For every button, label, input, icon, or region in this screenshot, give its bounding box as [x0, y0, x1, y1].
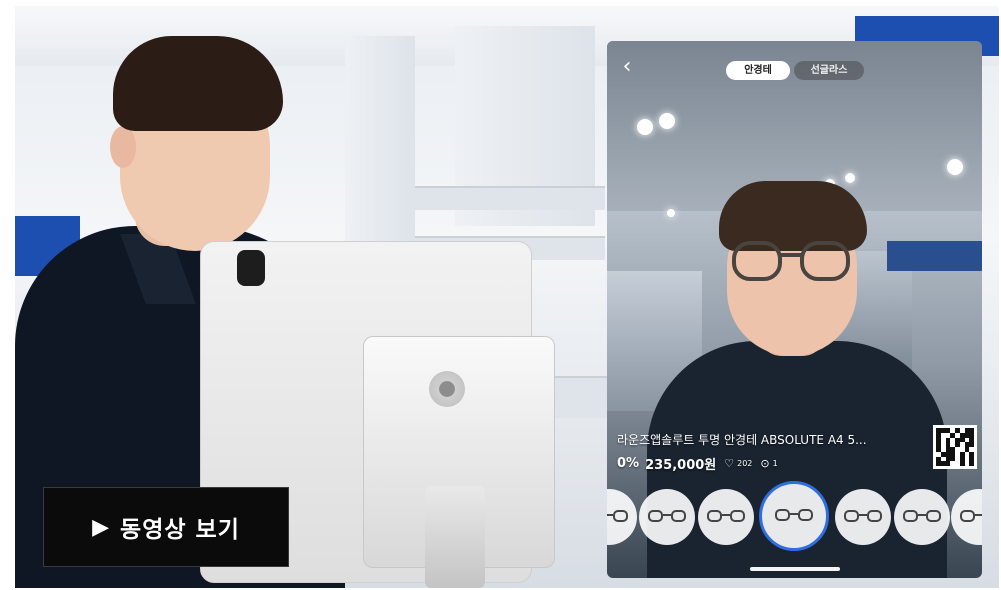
chevron-left-icon: ‹ — [622, 54, 632, 79]
glasses-icon — [648, 510, 686, 524]
frame-option[interactable] — [951, 489, 982, 545]
frame-option[interactable] — [698, 489, 754, 545]
view-count: ⊙ 1 — [760, 457, 778, 470]
frame-option[interactable] — [835, 489, 891, 545]
frame-option[interactable] — [894, 489, 950, 545]
try-on-glasses — [732, 241, 852, 285]
ceiling-light — [845, 173, 855, 183]
glasses-icon — [903, 510, 941, 524]
discount-rate: 0% — [617, 456, 640, 471]
promo-image: ▶ 동영상 보기 ‹ 안경테 선글라스 라운즈앱솔루트 투명 안경테 ABSOL… — [15, 6, 999, 588]
eye-icon: ⊙ — [760, 457, 770, 470]
watch-video-label: 동영상 보기 — [120, 517, 240, 543]
tablet-stand — [425, 486, 485, 588]
product-name[interactable]: 라운즈앱솔루트 투명 안경테 ABSOLUTE A4 5... — [617, 431, 867, 448]
frame-carousel[interactable] — [607, 481, 982, 555]
glasses-icon — [844, 510, 882, 524]
ceiling-light — [947, 159, 963, 175]
ceiling-light — [637, 119, 653, 135]
virtual-try-on-screen: ‹ 안경테 선글라스 라운즈앱솔루트 투명 안경테 ABSOLUTE A4 5.… — [607, 41, 982, 578]
frame-option-selected[interactable] — [759, 481, 829, 551]
screen-blue-panel — [887, 241, 982, 271]
watch-video-button[interactable]: ▶ 동영상 보기 — [43, 487, 289, 567]
person-hair — [113, 36, 283, 131]
glasses-icon — [707, 510, 745, 524]
product-price: 235,000원 — [645, 458, 717, 473]
ceiling-light — [667, 209, 675, 217]
glasses-icon — [775, 509, 813, 523]
qr-code[interactable] — [933, 425, 977, 469]
frame-option[interactable] — [607, 489, 637, 545]
home-indicator — [750, 567, 840, 571]
tab-eyeglasses[interactable]: 안경테 — [726, 61, 790, 80]
person-ear — [110, 126, 136, 168]
like-count[interactable]: ♡ 202 — [724, 457, 752, 470]
glasses-icon — [960, 510, 982, 524]
tab-sunglasses[interactable]: 선글라스 — [794, 61, 864, 80]
tablet-camera — [237, 250, 265, 286]
play-icon: ▶ — [92, 514, 111, 540]
glasses-icon — [607, 510, 628, 524]
ceiling-light — [659, 113, 675, 129]
price-row: 0% 235,000원 ♡ 202 ⊙ 1 — [617, 454, 786, 473]
heart-icon: ♡ — [724, 457, 735, 470]
back-button[interactable]: ‹ — [615, 55, 639, 79]
mount-knob — [429, 371, 465, 407]
frame-option[interactable] — [639, 489, 695, 545]
store-shelf — [415, 186, 605, 210]
